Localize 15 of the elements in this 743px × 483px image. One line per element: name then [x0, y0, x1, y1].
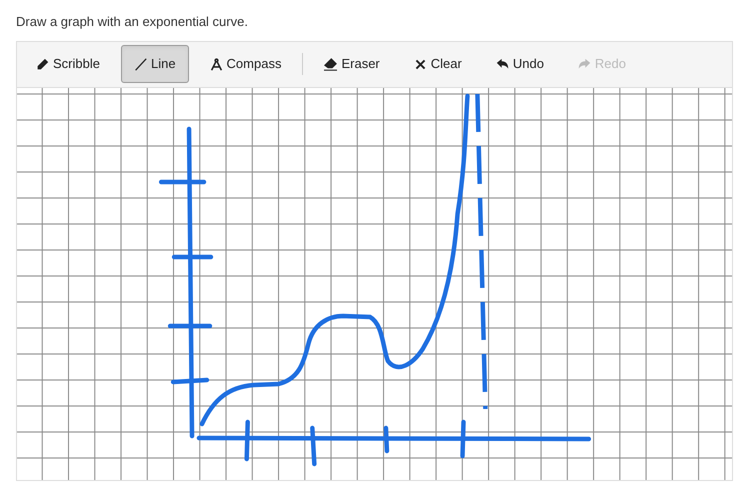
pencil-icon	[36, 58, 49, 70]
drawing-canvas[interactable]	[17, 88, 732, 480]
tool-button[interactable]: Eraser	[311, 45, 393, 83]
tool-button[interactable]: Undo	[482, 45, 557, 83]
eraser-icon	[324, 58, 338, 70]
tool-button[interactable]: Line	[120, 45, 189, 83]
question-prompt: Draw a graph with an exponential curve.	[16, 13, 249, 31]
line-icon	[134, 58, 147, 70]
tool-button[interactable]: Clear	[400, 45, 475, 83]
close-icon	[414, 58, 427, 70]
redo-icon	[578, 58, 591, 70]
compass-icon	[210, 58, 223, 70]
tool-button[interactable]: Scribble	[23, 45, 113, 83]
undo-icon	[496, 58, 509, 70]
tool-button[interactable]: Compass	[196, 45, 294, 83]
